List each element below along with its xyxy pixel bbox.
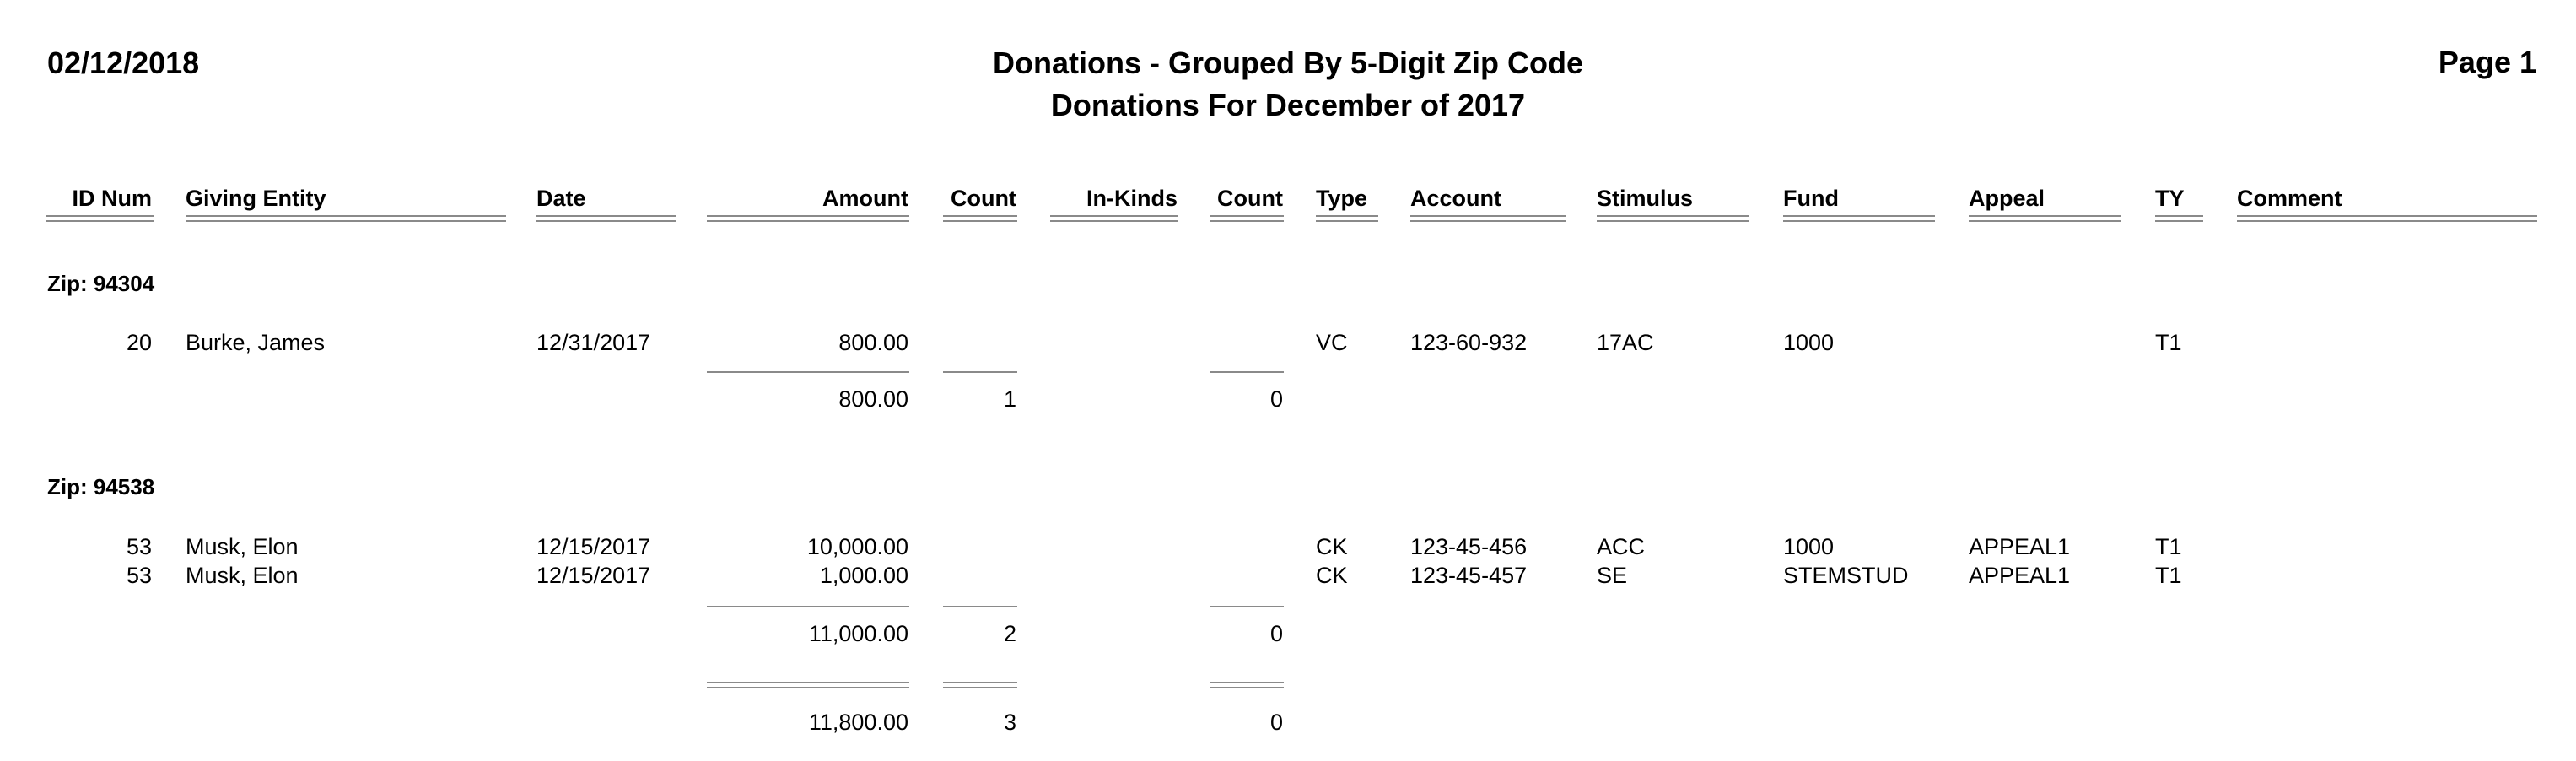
grand-total-count: 3 xyxy=(1003,710,1016,735)
column-header-amount: Amount xyxy=(822,186,908,211)
header-underline-date xyxy=(536,215,676,222)
column-header-type: Type xyxy=(1316,186,1368,211)
cell-ty: T1 xyxy=(2155,330,2182,355)
header-underline-count-in-kinds xyxy=(1210,215,1284,222)
cell-stimulus: 17AC xyxy=(1597,330,1654,355)
column-header-count: Count xyxy=(951,186,1016,211)
subtotal-count: 1 xyxy=(1003,386,1016,412)
header-underline-comment xyxy=(2237,215,2537,222)
grand-total-count-in-kinds: 0 xyxy=(1269,710,1283,735)
subtotal-count: 2 xyxy=(1003,621,1016,646)
column-header-account: Account xyxy=(1410,186,1501,211)
subtotal-rule-count-in-kinds xyxy=(1210,371,1284,373)
header-underline-amount xyxy=(707,215,909,222)
cell-type: CK xyxy=(1316,534,1348,559)
grand-total-rule-count-in-kinds xyxy=(1210,682,1284,688)
subtotal-amount: 800.00 xyxy=(838,386,908,412)
header-underline-id-num xyxy=(46,215,154,222)
table-row: 53 Musk, Elon 12/15/2017 1,000.00 CK 123… xyxy=(0,564,2576,587)
subtotal-rule-count xyxy=(943,371,1017,373)
cell-fund: 1000 xyxy=(1783,330,1835,355)
cell-account: 123-45-456 xyxy=(1410,534,1528,559)
cell-stimulus: ACC xyxy=(1597,534,1646,559)
cell-giving-entity: Musk, Elon xyxy=(186,563,299,588)
column-header-date: Date xyxy=(536,186,586,211)
cell-ty: T1 xyxy=(2155,563,2182,588)
header-underline-stimulus xyxy=(1597,215,1749,222)
cell-appeal: APPEAL1 xyxy=(1969,534,2071,559)
header-underline-account xyxy=(1410,215,1566,222)
group-label: Zip: 94304 xyxy=(47,271,155,296)
grand-total-rule-amount xyxy=(707,682,909,688)
group-label: Zip: 94538 xyxy=(47,474,155,499)
cell-giving-entity: Musk, Elon xyxy=(186,534,299,559)
grand-total-row: 11,800.00 3 0 xyxy=(0,711,2576,734)
header-underline-appeal xyxy=(1969,215,2121,222)
subtotal-row: 800.00 1 0 xyxy=(0,388,2576,411)
column-header-comment: Comment xyxy=(2237,186,2342,211)
report-subtitle: Donations For December of 2017 xyxy=(1050,88,1526,122)
cell-id-num: 20 xyxy=(126,330,152,355)
cell-giving-entity: Burke, James xyxy=(186,330,326,355)
cell-amount: 1,000.00 xyxy=(819,563,908,588)
cell-id-num: 53 xyxy=(126,563,152,588)
cell-account: 123-60-932 xyxy=(1410,330,1528,355)
cell-amount: 10,000.00 xyxy=(806,534,908,559)
cell-appeal: APPEAL1 xyxy=(1969,563,2071,588)
page-number: Page 1 xyxy=(2438,45,2536,79)
column-header-fund: Fund xyxy=(1783,186,1839,211)
column-header-in-kinds: In-Kinds xyxy=(1086,186,1178,211)
column-header-count-in-kinds: Count xyxy=(1217,186,1283,211)
subtotal-amount: 11,000.00 xyxy=(808,621,908,646)
cell-date: 12/15/2017 xyxy=(536,563,651,588)
subtotal-rule-count xyxy=(943,606,1017,607)
column-header-row: ID Num Giving Entity Date Amount Count I… xyxy=(0,187,2576,210)
cell-type: VC xyxy=(1316,330,1348,355)
column-header-ty: TY xyxy=(2155,186,2185,211)
cell-amount: 800.00 xyxy=(838,330,908,355)
report-title: Donations - Grouped By 5-Digit Zip Code xyxy=(993,46,1583,80)
grand-total-rule-count xyxy=(943,682,1017,688)
subtotal-rule-amount xyxy=(707,606,909,607)
subtotal-count-in-kinds: 0 xyxy=(1269,621,1283,646)
header-underline-fund xyxy=(1783,215,1935,222)
column-header-id-num: ID Num xyxy=(72,186,153,211)
cell-stimulus: SE xyxy=(1597,563,1628,588)
cell-ty: T1 xyxy=(2155,534,2182,559)
header-underline-ty xyxy=(2155,215,2203,222)
subtotal-row: 11,000.00 2 0 xyxy=(0,623,2576,645)
table-row: 53 Musk, Elon 12/15/2017 10,000.00 CK 12… xyxy=(0,536,2576,559)
cell-account: 123-45-457 xyxy=(1410,563,1528,588)
column-header-stimulus: Stimulus xyxy=(1597,186,1694,211)
cell-fund: STEMSTUD xyxy=(1783,563,1909,588)
grand-total-amount: 11,800.00 xyxy=(808,710,908,735)
header-underline-giving-entity xyxy=(186,215,506,222)
cell-type: CK xyxy=(1316,563,1348,588)
table-row: 20 Burke, James 12/31/2017 800.00 VC 123… xyxy=(0,332,2576,354)
header-underline-in-kinds xyxy=(1050,215,1178,222)
column-header-appeal: Appeal xyxy=(1969,186,2045,211)
header-underline-count xyxy=(943,215,1017,222)
subtotal-count-in-kinds: 0 xyxy=(1269,386,1283,412)
cell-date: 12/15/2017 xyxy=(536,534,651,559)
header-underline-type xyxy=(1316,215,1378,222)
cell-date: 12/31/2017 xyxy=(536,330,651,355)
cell-id-num: 53 xyxy=(126,534,152,559)
cell-fund: 1000 xyxy=(1783,534,1835,559)
subtotal-rule-count-in-kinds xyxy=(1210,606,1284,607)
subtotal-rule-amount xyxy=(707,371,909,373)
column-header-giving-entity: Giving Entity xyxy=(186,186,326,211)
